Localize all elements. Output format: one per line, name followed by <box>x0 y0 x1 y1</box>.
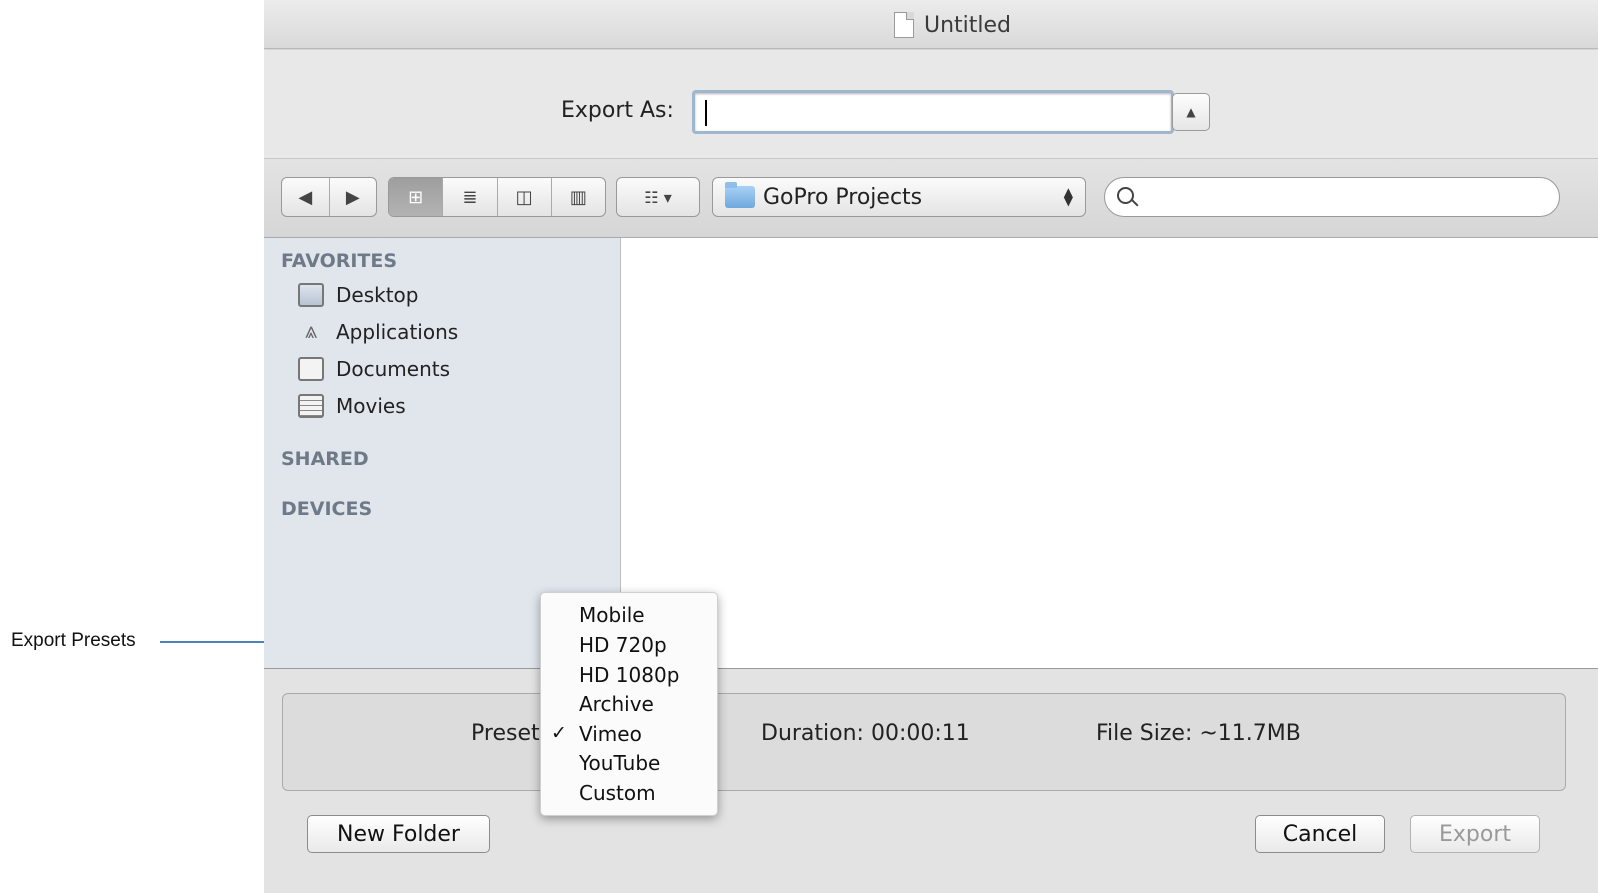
export-options-box: Preset Duration: 00:00:11 File Size: ~11… <box>282 693 1566 791</box>
export-as-row: Export As: ▲ <box>264 50 1598 159</box>
file-browser-area[interactable] <box>621 238 1598 668</box>
file-size-text: File Size: ~11.7MB <box>1096 721 1301 746</box>
list-icon: ≣ <box>462 186 478 208</box>
coverflow-view-button[interactable]: ▥ <box>552 178 605 216</box>
arrange-button[interactable]: ☷ ▾ <box>616 177 700 217</box>
window-title-text: Untitled <box>924 12 1012 38</box>
applications-icon: ⩓ <box>304 319 318 344</box>
location-label: GoPro Projects <box>763 184 923 210</box>
sidebar-item-label: Desktop <box>336 283 419 307</box>
back-arrow-icon: ◀ <box>298 186 313 208</box>
back-forward-control: ◀ ▶ <box>281 177 377 217</box>
save-dialog: Untitled Export As: ▲ ◀ ▶ ⊞ ≣ ◫ ▥ ☷ ▾ Go… <box>264 0 1598 893</box>
sidebar-item-label: Applications <box>336 320 459 344</box>
menu-item-custom[interactable]: Custom <box>579 781 656 805</box>
search-icon <box>1117 187 1134 204</box>
list-view-button[interactable]: ≣ <box>443 178 498 216</box>
title-bar: Untitled <box>264 0 1598 49</box>
forward-arrow-icon: ▶ <box>345 186 360 208</box>
cancel-button[interactable]: Cancel <box>1255 815 1385 853</box>
options-panel: Preset Duration: 00:00:11 File Size: ~11… <box>264 668 1598 893</box>
coverflow-icon: ▥ <box>569 186 587 208</box>
export-button[interactable]: Export <box>1410 815 1540 853</box>
preset-label: Preset <box>471 721 540 746</box>
sidebar-item-label: Documents <box>336 357 451 381</box>
folder-icon <box>725 182 755 208</box>
sidebar-item-documents[interactable]: Documents <box>298 357 450 381</box>
sidebar-item-label: Movies <box>336 394 406 418</box>
document-icon <box>894 12 914 38</box>
menu-item-youtube[interactable]: YouTube <box>579 751 660 775</box>
text-cursor <box>705 100 707 126</box>
icon-view-button[interactable]: ⊞ <box>389 178 444 216</box>
forward-button[interactable]: ▶ <box>330 178 377 216</box>
browser-toolbar: ◀ ▶ ⊞ ≣ ◫ ▥ ☷ ▾ GoPro Projects ▲ ▼ <box>264 159 1598 238</box>
desktop-icon <box>298 283 324 307</box>
annotation-label: Export Presets <box>11 630 136 651</box>
movies-icon <box>298 394 324 418</box>
sidebar-item-movies[interactable]: Movies <box>298 394 406 418</box>
menu-item-label: Vimeo <box>579 722 642 746</box>
menu-item-archive[interactable]: Archive <box>579 692 654 716</box>
grid-icon: ⊞ <box>408 186 424 208</box>
export-as-input[interactable] <box>692 90 1174 134</box>
devices-header: DEVICES <box>281 498 373 520</box>
favorites-header: FAVORITES <box>281 250 398 272</box>
shared-header: SHARED <box>281 448 369 470</box>
preset-menu: Mobile HD 720p HD 1080p Archive ✓ Vimeo … <box>540 592 718 816</box>
updown-arrows-icon: ▲ ▼ <box>1063 185 1073 208</box>
window-title: Untitled <box>894 12 1011 38</box>
column-view-button[interactable]: ◫ <box>498 178 552 216</box>
back-button[interactable]: ◀ <box>282 178 330 216</box>
sidebar-item-applications[interactable]: ⩓ Applications <box>298 319 459 345</box>
new-folder-button[interactable]: New Folder <box>307 815 490 853</box>
location-popup[interactable]: GoPro Projects ▲ ▼ <box>712 177 1086 217</box>
export-as-label: Export As: <box>561 98 674 123</box>
duration-text: Duration: 00:00:11 <box>761 721 970 746</box>
search-field[interactable] <box>1104 177 1560 217</box>
collapse-dialog-button[interactable]: ▲ <box>1172 93 1210 131</box>
sidebar-item-desktop[interactable]: Desktop <box>298 283 418 307</box>
documents-icon <box>298 357 324 381</box>
menu-item-mobile[interactable]: Mobile <box>579 603 645 627</box>
arrange-icon: ☷ ▾ <box>644 187 672 207</box>
view-mode-control: ⊞ ≣ ◫ ▥ <box>388 177 606 217</box>
menu-item-hd-1080p[interactable]: HD 1080p <box>579 663 679 687</box>
columns-icon: ◫ <box>515 186 533 208</box>
menu-item-vimeo[interactable]: ✓ Vimeo <box>551 722 642 746</box>
triangle-up-icon: ▲ <box>1186 105 1196 119</box>
checkmark-icon: ✓ <box>551 722 567 744</box>
menu-item-hd-720p[interactable]: HD 720p <box>579 633 667 657</box>
